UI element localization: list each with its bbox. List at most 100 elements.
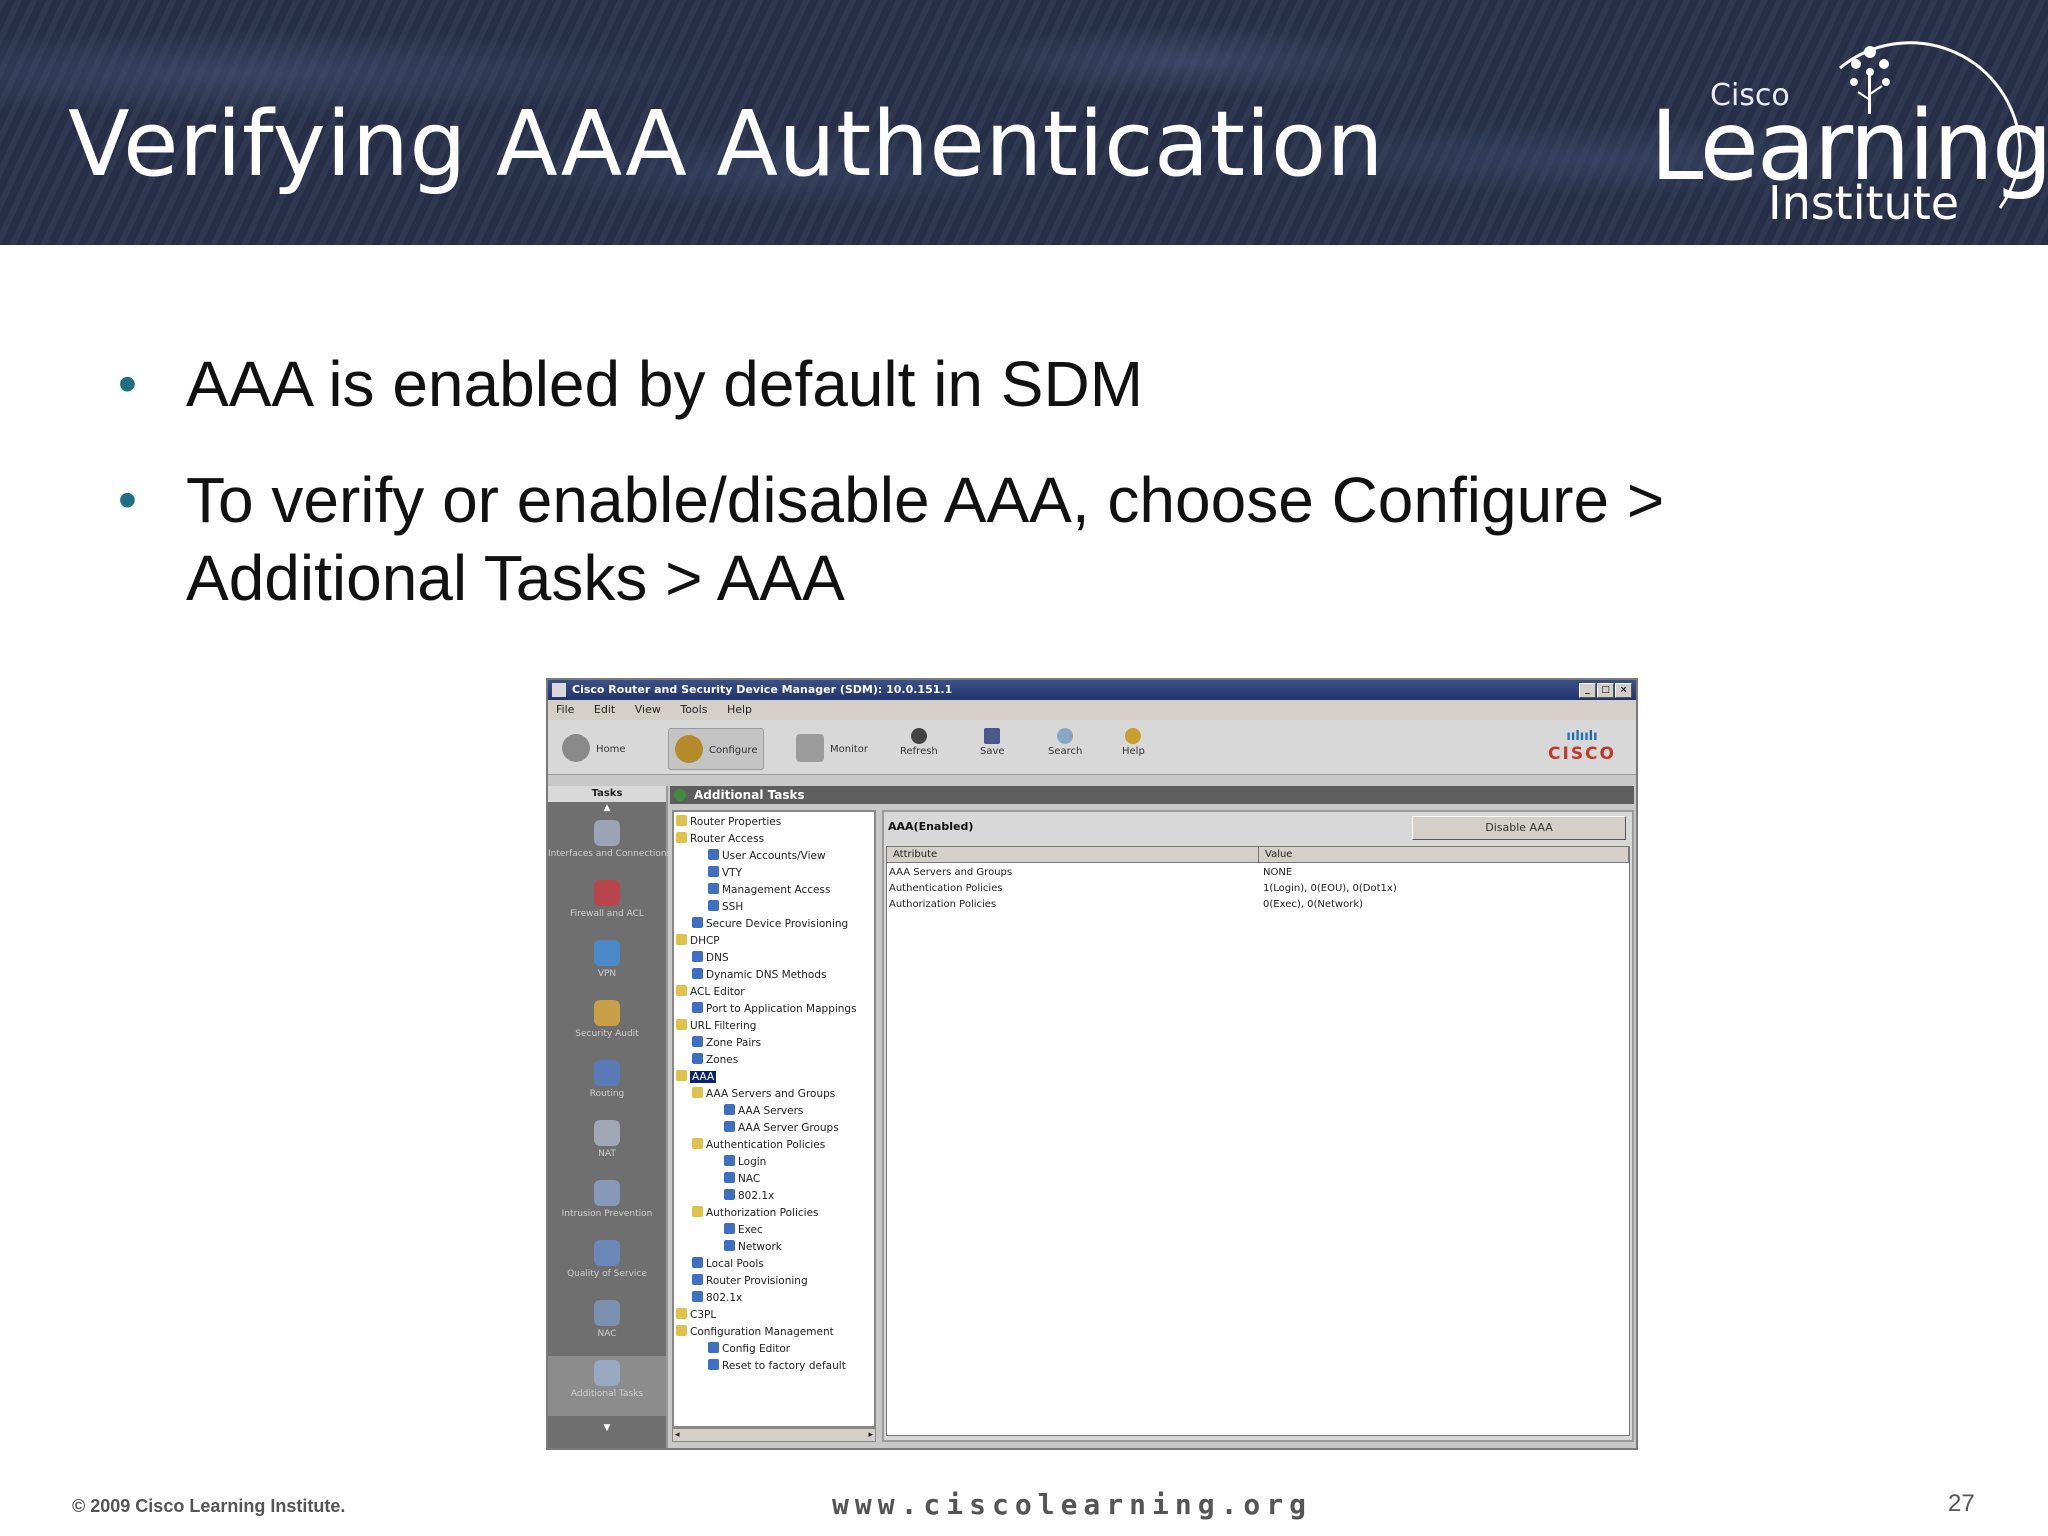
- refresh-button[interactable]: Refresh: [900, 728, 938, 768]
- folder-icon: [676, 934, 687, 945]
- tree-node-reset-to-factory[interactable]: Reset to factory default: [708, 1358, 846, 1375]
- task-additional-tasks[interactable]: Additional Tasks: [548, 1356, 666, 1416]
- tree-node-router-access[interactable]: Router Access: [676, 831, 764, 848]
- table-cell-value: 1(Login), 0(EOU), 0(Dot1x): [1263, 883, 1397, 894]
- table-cell-value: NONE: [1263, 867, 1293, 878]
- menu-help[interactable]: Help: [719, 700, 760, 720]
- tree-node-aaa[interactable]: AAA: [676, 1069, 717, 1086]
- task-interfaces-and-connections[interactable]: Interfaces and Connections: [548, 816, 672, 876]
- tree-node-c3pl[interactable]: C3PL: [676, 1307, 716, 1324]
- save-label: Save: [980, 746, 1005, 757]
- close-icon[interactable]: ×: [1615, 683, 1632, 698]
- tree-node-aaa-servers-and-groups[interactable]: AAA Servers and Groups: [692, 1086, 835, 1103]
- tree-node-aaa-server-groups[interactable]: AAA Server Groups: [724, 1120, 839, 1137]
- task-security-audit[interactable]: Security Audit: [548, 996, 666, 1056]
- tree-node-management-access[interactable]: Management Access: [708, 882, 830, 899]
- task-quality-of-service[interactable]: Quality of Service: [548, 1236, 666, 1296]
- window-title: Cisco Router and Security Device Manager…: [572, 683, 953, 696]
- table-cell-value: 0(Exec), 0(Network): [1263, 899, 1364, 910]
- task-firewall-and-acl[interactable]: Firewall and ACL: [548, 876, 666, 936]
- dynamic-dns-icon: [692, 968, 703, 979]
- task-label: Interfaces and Connections: [548, 849, 672, 859]
- task-label: Intrusion Prevention: [561, 1209, 653, 1219]
- tree-node-nac[interactable]: NAC: [724, 1171, 760, 1188]
- additional-tasks-small-icon: [674, 789, 686, 801]
- tree-node-router-provisioning[interactable]: Router Provisioning: [692, 1273, 808, 1290]
- additional-tasks-icon: [594, 1360, 620, 1386]
- tree-node-zones[interactable]: Zones: [692, 1052, 738, 1069]
- search-button[interactable]: Search: [1048, 728, 1082, 768]
- tree-node-port-to-application[interactable]: Port to Application Mappings: [692, 1001, 857, 1018]
- menu-edit[interactable]: Edit: [586, 700, 623, 720]
- menu-view[interactable]: View: [627, 700, 669, 720]
- server-group-icon: [724, 1121, 735, 1132]
- security-audit-icon: [594, 1000, 620, 1026]
- scroll-up-icon[interactable]: ▲: [548, 802, 666, 814]
- monitor-button[interactable]: Monitor: [796, 728, 868, 768]
- network-icon: [724, 1240, 735, 1251]
- tree-node-8021x[interactable]: 802.1x: [692, 1290, 742, 1307]
- menu-bar: File Edit View Tools Help: [548, 700, 1636, 720]
- help-icon: [1125, 728, 1142, 744]
- disable-aaa-button[interactable]: Disable AAA: [1412, 816, 1626, 840]
- minimize-icon[interactable]: _: [1579, 683, 1596, 698]
- nac-policy-icon: [724, 1172, 735, 1183]
- tree-node-aaa-servers[interactable]: AAA Servers: [724, 1103, 803, 1120]
- aaa-detail-panel: AAA(Enabled) Disable AAA Attribute Value…: [882, 810, 1634, 1442]
- scroll-right-icon[interactable]: ▸: [868, 1429, 873, 1441]
- configure-button[interactable]: Configure: [668, 728, 765, 770]
- tree-node-acl-editor[interactable]: ACL Editor: [676, 984, 745, 1001]
- task-label: Additional Tasks: [570, 1389, 644, 1399]
- tree-node-login[interactable]: Login: [724, 1154, 766, 1171]
- tree-node-dhcp[interactable]: DHCP: [676, 933, 720, 950]
- help-button[interactable]: Help: [1122, 728, 1145, 768]
- logo-text-institute: Institute: [1768, 176, 1960, 230]
- login-icon: [724, 1155, 735, 1166]
- tree-node-vty[interactable]: VTY: [708, 865, 742, 882]
- menu-tools[interactable]: Tools: [672, 700, 715, 720]
- sdm-window: Cisco Router and Security Device Manager…: [546, 678, 1638, 1450]
- task-label: Security Audit: [575, 1029, 639, 1039]
- tree-node-router-properties[interactable]: Router Properties: [676, 814, 781, 831]
- home-label: Home: [596, 743, 626, 755]
- tree-node-authorization-policies[interactable]: Authorization Policies: [692, 1205, 819, 1222]
- zone-pairs-icon: [692, 1036, 703, 1047]
- column-header-value[interactable]: Value: [1259, 847, 1629, 863]
- tree-node-ssh[interactable]: SSH: [708, 899, 743, 916]
- tree-node-config-editor[interactable]: Config Editor: [708, 1341, 790, 1358]
- tree-node-secure-device-provisioning[interactable]: Secure Device Provisioning: [692, 916, 848, 933]
- scroll-left-icon[interactable]: ◂: [675, 1429, 680, 1441]
- tree-node-exec[interactable]: Exec: [724, 1222, 763, 1239]
- task-vpn[interactable]: VPN: [548, 936, 666, 996]
- task-nat[interactable]: NAT: [548, 1116, 666, 1176]
- exec-icon: [724, 1223, 735, 1234]
- task-routing[interactable]: Routing: [548, 1056, 666, 1116]
- task-label: NAT: [598, 1149, 616, 1159]
- tree-node-dns[interactable]: DNS: [692, 950, 729, 967]
- tree-node-network[interactable]: Network: [724, 1239, 782, 1256]
- search-label: Search: [1048, 746, 1083, 757]
- bullet-text: To verify or enable/disable AAA, choose …: [186, 464, 1665, 614]
- column-header-attribute[interactable]: Attribute: [887, 847, 1259, 863]
- home-button[interactable]: Home: [562, 728, 626, 768]
- save-button[interactable]: Save: [980, 728, 1005, 768]
- routing-icon: [594, 1060, 620, 1086]
- tree-node-8021x-auth[interactable]: 802.1x: [724, 1188, 774, 1205]
- tree-node-user-accounts[interactable]: User Accounts/View: [708, 848, 826, 865]
- bullet-list: • AAA is enabled by default in SDM • To …: [118, 345, 1958, 655]
- bullet-item: • To verify or enable/disable AAA, choos…: [118, 461, 1958, 617]
- app-icon: [552, 683, 566, 697]
- tree-node-zone-pairs[interactable]: Zone Pairs: [692, 1035, 761, 1052]
- tree-node-authentication-policies[interactable]: Authentication Policies: [692, 1137, 825, 1154]
- task-intrusion-prevention[interactable]: Intrusion Prevention: [548, 1176, 666, 1236]
- website-link[interactable]: www.ciscolearning.org: [832, 1488, 1312, 1521]
- tree-node-url-filtering[interactable]: URL Filtering: [676, 1018, 756, 1035]
- tree-node-local-pools[interactable]: Local Pools: [692, 1256, 764, 1273]
- tree-horizontal-scrollbar[interactable]: ◂ ▸: [672, 1428, 876, 1442]
- task-nac[interactable]: NAC: [548, 1296, 666, 1356]
- tree-node-dynamic-dns[interactable]: Dynamic DNS Methods: [692, 967, 826, 984]
- tree-node-configuration-management[interactable]: Configuration Management: [676, 1324, 834, 1341]
- maximize-icon[interactable]: □: [1597, 683, 1614, 698]
- menu-file[interactable]: File: [548, 700, 582, 720]
- scroll-down-icon[interactable]: ▼: [548, 1422, 666, 1434]
